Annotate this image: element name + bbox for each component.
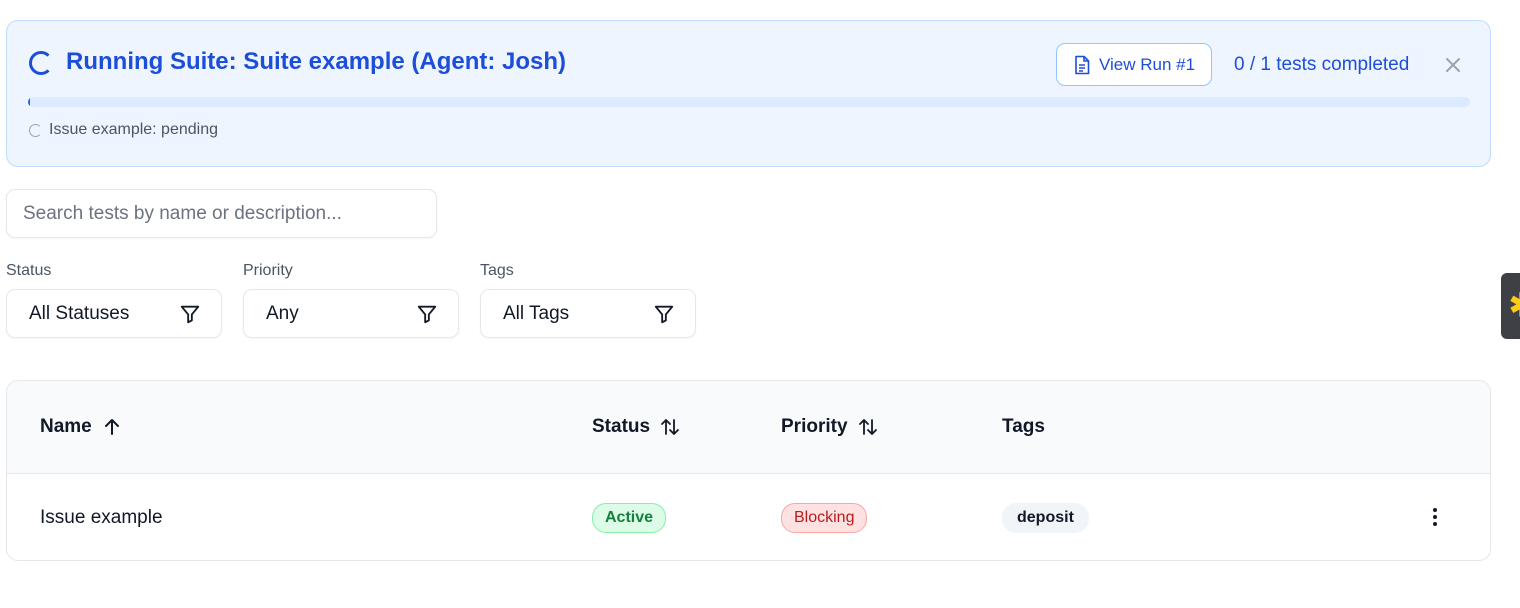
- priority-filter-value: Any: [266, 302, 299, 324]
- progress-fill: [28, 97, 30, 107]
- priority-cell: Blocking: [781, 474, 868, 560]
- document-icon: [1075, 55, 1090, 74]
- sort-asc-icon: [104, 419, 119, 435]
- table-row[interactable]: Issue example Active Blocking deposit: [7, 474, 1490, 560]
- view-run-button[interactable]: View Run #1: [1056, 43, 1212, 86]
- tests-table: Name Status Priority Tags Issue example …: [6, 380, 1491, 561]
- tags-filter-label: Tags: [480, 262, 514, 279]
- priority-badge: Blocking: [781, 503, 868, 533]
- pending-spinner-icon: [29, 123, 42, 137]
- search-input[interactable]: [6, 189, 437, 238]
- filter-icon: [417, 305, 437, 323]
- status-filter-value: All Statuses: [29, 302, 130, 324]
- progress-text: 0 / 1 tests completed: [1234, 54, 1410, 75]
- column-header-status[interactable]: Status: [592, 416, 680, 438]
- table-header: Name Status Priority Tags: [7, 381, 1490, 474]
- issue-status-text: Issue example: pending: [49, 121, 218, 138]
- status-filter-label: Status: [6, 262, 52, 279]
- row-actions-button[interactable]: [1420, 500, 1450, 534]
- status-badge: Active: [592, 503, 667, 533]
- column-header-tags: Tags: [1002, 416, 1045, 438]
- sort-icon: [858, 419, 877, 435]
- view-run-label: View Run #1: [1098, 54, 1196, 74]
- sparkle-icon: ✱: [1509, 289, 1520, 321]
- more-vertical-icon: [1433, 508, 1437, 526]
- close-icon: [1446, 58, 1460, 72]
- column-label: Priority: [781, 416, 848, 437]
- banner-title: Running Suite: Suite example (Agent: Jos…: [66, 48, 567, 75]
- tags-filter-value: All Tags: [503, 302, 570, 324]
- filter-icon: [180, 305, 200, 323]
- filter-icon: [654, 305, 674, 323]
- priority-filter-label: Priority: [243, 262, 293, 279]
- priority-filter[interactable]: Any: [243, 289, 459, 338]
- status-cell: Active: [592, 474, 667, 560]
- column-label: Status: [592, 416, 651, 437]
- column-label: Tags: [1002, 416, 1045, 437]
- tags-filter[interactable]: All Tags: [480, 289, 696, 338]
- running-suite-banner: Running Suite: Suite example (Agent: Jos…: [6, 20, 1491, 167]
- column-header-name[interactable]: Name: [40, 416, 122, 438]
- column-label: Name: [40, 416, 92, 437]
- tags-cell: deposit: [1002, 474, 1089, 560]
- column-header-priority[interactable]: Priority: [781, 416, 878, 438]
- spinner-icon: [29, 51, 53, 75]
- tag-badge: deposit: [1002, 503, 1089, 533]
- issue-status: Issue example: pending: [29, 121, 218, 139]
- progress-bar: [28, 97, 1470, 107]
- sort-icon: [661, 419, 679, 435]
- close-button[interactable]: [1440, 52, 1466, 78]
- status-filter[interactable]: All Statuses: [6, 289, 222, 338]
- feedback-widget-tab[interactable]: ✱: [1501, 273, 1520, 339]
- test-name[interactable]: Issue example: [40, 474, 163, 560]
